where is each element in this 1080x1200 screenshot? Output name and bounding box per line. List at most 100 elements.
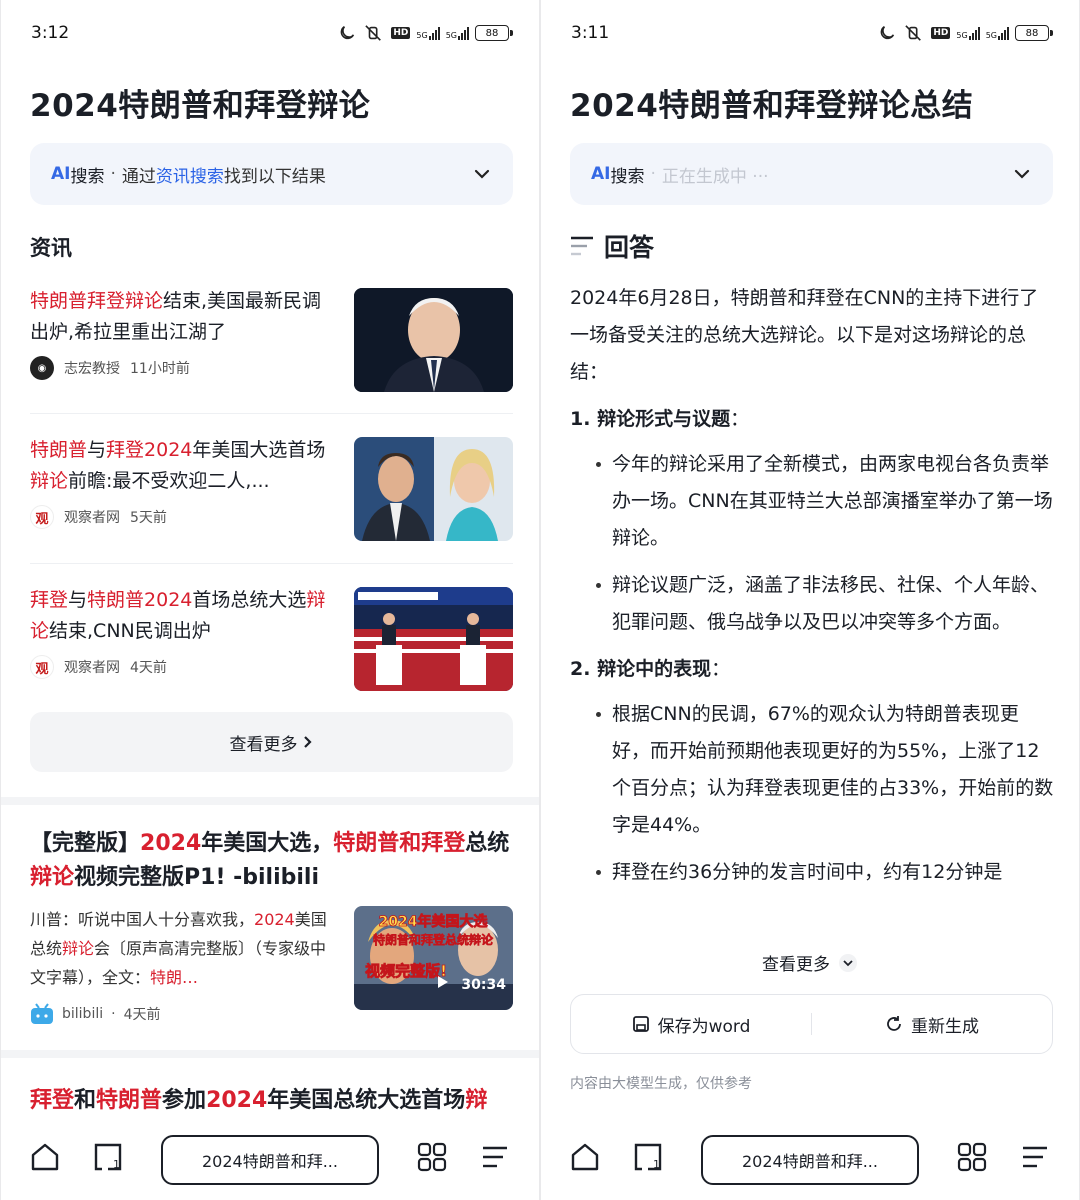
text-segment: 总统 [465, 831, 510, 856]
home-icon[interactable] [569, 1141, 601, 1173]
hd-badge: HD [931, 27, 951, 39]
page-title: 2024特朗普和拜登辩论总结 [570, 88, 974, 124]
home-icon[interactable] [29, 1141, 61, 1173]
see-more-label: 查看更多 [229, 734, 298, 755]
divider [30, 413, 513, 414]
regenerate-button[interactable]: 重新生成 [812, 1012, 1052, 1037]
text-segment: 参加 [162, 1088, 207, 1113]
answer-heading: 回答 [570, 228, 654, 264]
news-meta: 观 观察者网 4天前 [30, 655, 167, 679]
signal-icon: 5G [986, 26, 1009, 40]
ai-label: AI [591, 164, 611, 184]
highlight-text: 辩论 [30, 470, 69, 492]
apps-grid-icon[interactable] [416, 1141, 448, 1173]
news-title[interactable]: 特朗普与拜登2024年美国大选首场辩论前瞻:最不受欢迎二人,... [30, 435, 340, 497]
signal-icon: 5G [446, 26, 469, 40]
answer-bullet: 今年的辩论采用了全新模式，由两家电视台各负责举办一场。CNN在其亚特兰大总部演播… [592, 446, 1056, 557]
chevron-down-icon[interactable] [473, 165, 491, 183]
save-word-label: 保存为word [657, 1016, 751, 1037]
highlight-text: 辩论 [30, 865, 75, 890]
apps-grid-icon[interactable] [956, 1141, 988, 1173]
ai-bar-prefix: 通过 [121, 166, 156, 187]
signal-icon: 5G [956, 26, 980, 40]
see-more-button[interactable]: 查看更多 [30, 712, 513, 772]
highlight-text: 特朗普和拜登 [333, 831, 466, 856]
mute-icon [905, 25, 922, 41]
highlight-text: 辩 [465, 1088, 488, 1113]
highlight-text: 特朗普拜登辩论 [30, 290, 164, 312]
answer-bullet: 根据CNN的民调，67%的观众认为特朗普表现更好，而开始前预期他表现更好的为55… [592, 696, 1056, 844]
ai-summary-screen: 3:11 HD 5G 5G 88 2024特朗普和拜登辩论总结 AI 搜索 · 正… [541, 0, 1079, 1200]
status-time: 3:11 [571, 23, 610, 43]
section-label-news: 资讯 [30, 236, 72, 260]
bottom-nav: 1 2024特朗普和拜... [541, 1123, 1079, 1200]
section-separator [1, 797, 539, 805]
text-segment: 和 [74, 1088, 97, 1113]
tabs-icon[interactable]: 1 [92, 1141, 124, 1173]
video-meta: bilibili · 4天前 [30, 1003, 161, 1025]
tabs-icon[interactable]: 1 [632, 1141, 664, 1173]
divider [30, 563, 513, 564]
news-thumbnail[interactable] [354, 587, 513, 691]
result-title[interactable]: 拜登和特朗普参加2024年美国总统大选首场辩 [30, 1082, 520, 1114]
highlight-text: 2024 [140, 831, 202, 856]
ai-search-bar[interactable]: AI 搜索 · 正在生成中 ··· [570, 143, 1053, 205]
text-segment: 视频完整版P1! -bilibili [74, 865, 320, 890]
highlight-text: 特朗普2024 [87, 589, 193, 611]
svg-text:1: 1 [113, 1158, 120, 1171]
answer-bullet-list: 根据CNN的民调，67%的观众认为特朗普表现更好，而开始前预期他表现更好的为55… [570, 696, 1056, 891]
news-time: 11小时前 [130, 361, 190, 377]
moon-icon [341, 26, 355, 40]
address-bar[interactable]: 2024特朗普和拜... [161, 1135, 379, 1185]
news-title[interactable]: 拜登与特朗普2024首场总统大选辩论结束,CNN民调出炉 [30, 585, 340, 647]
text-segment: 年美国大选首场 [192, 439, 326, 461]
text-segment: 年美国总统大选首场 [267, 1088, 466, 1113]
answer-bullet: 辩论议题广泛，涵盖了非法移民、社保、个人年龄、犯罪问题、俄乌战争以及巴以冲突等多… [592, 567, 1056, 641]
highlight-text: 拜登 [30, 589, 69, 611]
menu-icon[interactable] [1019, 1141, 1051, 1173]
status-bar: 3:12 HD 5G 5G 88 [1, 18, 539, 48]
ai-search-bar[interactable]: AI 搜索 · 通过 资讯搜索 找到以下结果 [30, 143, 513, 205]
status-icons: HD 5G 5G 88 [879, 24, 1053, 42]
generating-status: 正在生成中 ··· [661, 166, 769, 187]
news-search-link[interactable]: 资讯搜索 [156, 162, 224, 187]
news-title[interactable]: 特朗普拜登辩论结束,美国最新民调出炉,希拉里重出江湖了 [30, 286, 340, 348]
text-segment: 【完整版】 [30, 831, 141, 856]
signal-icon: 5G [416, 26, 440, 40]
video-result-title[interactable]: 【完整版】2024年美国大选，特朗普和拜登总统辩论视频完整版P1! -bilib… [30, 827, 520, 895]
highlight-text: 特朗… [150, 968, 199, 987]
text-segment: 前瞻:最不受欢迎二人,... [68, 470, 270, 492]
video-source: bilibili [62, 1006, 104, 1022]
separator-dot: · [111, 1006, 116, 1022]
ai-search-label: 搜索 [610, 166, 645, 187]
news-thumbnail[interactable] [354, 288, 513, 392]
news-source: 观察者网 [64, 510, 120, 526]
source-avatar: ◉ [30, 356, 54, 380]
refresh-icon [887, 1016, 901, 1031]
highlight-text: 特朗普 [96, 1088, 163, 1113]
ai-search-label: 搜索 [70, 166, 105, 187]
address-bar[interactable]: 2024特朗普和拜... [701, 1135, 919, 1185]
see-more-button[interactable]: 查看更多 [541, 950, 1079, 975]
highlight-text: 2024 [254, 910, 295, 929]
news-thumbnail[interactable] [354, 437, 513, 541]
thumb-caption: 2024年美国大选 [379, 913, 488, 930]
news-meta: 观 观察者网 5天前 [30, 505, 167, 529]
menu-icon[interactable] [479, 1141, 511, 1173]
source-avatar: 观 [30, 505, 54, 529]
highlight-text: 2024 [206, 1088, 268, 1113]
highlight-text: 拜登2024 [106, 439, 193, 461]
svg-text:1: 1 [653, 1158, 660, 1171]
text-segment: 结束,CNN民调出炉 [49, 620, 211, 642]
moon-icon [881, 26, 895, 40]
mute-icon [365, 25, 382, 41]
chevron-down-icon[interactable] [1013, 165, 1031, 183]
news-time: 4天前 [130, 660, 167, 676]
video-thumbnail[interactable]: 2024年美国大选 特朗普和拜登总统辩论 视频完整版! 30:34 [354, 906, 513, 1010]
save-word-button[interactable]: 保存为word [571, 1012, 811, 1037]
see-more-label: 查看更多 [762, 955, 830, 975]
battery-icon: 88 [475, 25, 513, 41]
highlight-text: 辩论 [62, 939, 95, 958]
video-duration: 30:34 [461, 977, 506, 993]
separator-dot: · [110, 164, 116, 184]
